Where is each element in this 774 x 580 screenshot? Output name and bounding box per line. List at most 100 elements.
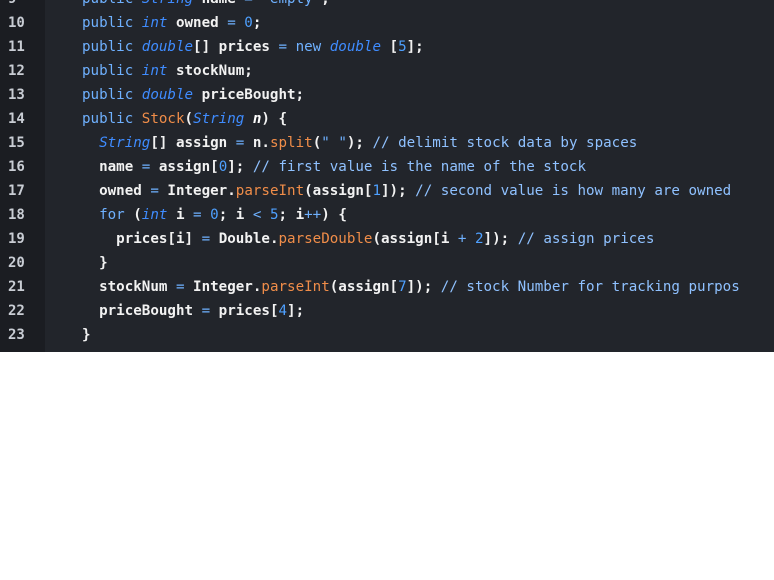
code-token: ;: [295, 87, 305, 103]
code-token: (: [329, 279, 339, 295]
line-number: 12: [8, 63, 25, 79]
code-token: // second value is how many are owned: [406, 183, 732, 199]
code-token: name: [82, 159, 142, 175]
code-token: int: [141, 207, 168, 223]
code-token: ]: [184, 231, 194, 247]
code-text[interactable]: public String name = "empty";: [82, 0, 330, 11]
line-number: 16: [8, 159, 25, 175]
code-token: double: [141, 39, 194, 55]
code-text[interactable]: priceBought = prices[4];: [82, 299, 304, 323]
code-token: [: [389, 279, 399, 295]
code-token: ];: [406, 39, 424, 55]
code-token: assign: [150, 159, 211, 175]
code-token: public: [82, 0, 142, 7]
code-token: =: [175, 279, 185, 295]
code-token: }: [82, 255, 108, 271]
code-token: name: [193, 0, 244, 7]
code-token: ];: [227, 159, 245, 175]
code-line[interactable]: 12 public int stockNum;: [0, 59, 774, 83]
code-token: public: [82, 87, 142, 103]
code-token: double: [329, 39, 381, 55]
code-text[interactable]: public double[] prices = new double [5];: [82, 35, 424, 59]
code-line[interactable]: 23}: [0, 323, 774, 347]
code-line[interactable]: 17 owned = Integer.parseInt(assign[1]); …: [0, 179, 774, 203]
line-number: 21: [8, 279, 25, 295]
code-token: ;: [244, 63, 253, 79]
code-line[interactable]: 22 priceBought = prices[4];: [0, 299, 774, 323]
code-token: parseDouble: [278, 231, 373, 247]
code-token: ]);: [483, 231, 510, 247]
code-token: 7: [398, 279, 407, 295]
line-number: 22: [8, 303, 25, 319]
code-text[interactable]: }: [82, 323, 91, 347]
code-line[interactable]: 9 public String name = "empty";: [0, 0, 774, 11]
code-token: owned: [167, 15, 228, 31]
code-text[interactable]: }: [82, 251, 108, 275]
code-token: // assign prices: [509, 231, 655, 247]
code-text[interactable]: name = assign[0]; // first value is the …: [82, 155, 586, 179]
code-line[interactable]: 18 for (int i = 0; i < 5; i++) {: [0, 203, 774, 227]
code-editor[interactable]: 9public String name = "empty"; 10 public i…: [0, 0, 774, 352]
code-text[interactable]: public int stockNum;: [82, 59, 253, 83]
line-number: 13: [8, 87, 25, 103]
code-token: "empty": [253, 0, 321, 7]
code-token: ;: [218, 207, 228, 223]
code-text[interactable]: public Stock(String n) {: [82, 107, 287, 131]
code-token: (: [304, 183, 313, 199]
code-token: Integer: [158, 183, 228, 199]
code-token: parseInt: [235, 183, 305, 199]
line-number: 20: [8, 255, 25, 271]
code-token: }: [82, 327, 91, 343]
code-token: 0: [235, 15, 253, 31]
line-number: 19: [8, 231, 25, 247]
code-token: public: [82, 39, 142, 55]
code-token: 0: [201, 207, 219, 223]
code-token: public: [82, 111, 142, 127]
code-text[interactable]: stockNum = Integer.parseInt(assign[7]); …: [82, 275, 740, 299]
code-token: int: [141, 15, 168, 31]
code-token: 0: [218, 159, 228, 175]
code-token: []: [150, 135, 168, 151]
code-token: =: [193, 231, 211, 247]
line-number: 10: [8, 15, 25, 31]
code-token: double: [141, 87, 194, 103]
line-number: 18: [8, 207, 25, 223]
code-token: int: [141, 63, 168, 79]
code-text[interactable]: public int owned = 0;: [82, 11, 261, 35]
code-token: new: [287, 39, 330, 55]
code-text[interactable]: String[] assign = n.split(" "); // delim…: [82, 131, 637, 155]
code-token: =: [244, 0, 253, 7]
code-token: stockNum: [82, 279, 176, 295]
code-line[interactable]: 11 public double[] prices = new double [5…: [0, 35, 774, 59]
code-token: Double: [210, 231, 270, 247]
code-token: (: [312, 135, 322, 151]
code-line[interactable]: 19 prices[i] = Double.parseDouble(assign…: [0, 227, 774, 251]
code-token: stockNum: [167, 63, 245, 79]
code-line[interactable]: 21 stockNum = Integer.parseInt(assign[7]…: [0, 275, 774, 299]
code-line[interactable]: 10 public int owned = 0;: [0, 11, 774, 35]
code-token: String: [99, 135, 151, 151]
code-text[interactable]: public double priceBought;: [82, 83, 304, 107]
code-token: [: [381, 39, 399, 55]
code-token: public: [82, 15, 142, 31]
code-token: 5: [398, 39, 407, 55]
code-token: []: [193, 39, 211, 55]
code-token: priceBought: [82, 303, 202, 319]
code-line[interactable]: 16 name = assign[0]; // first value is t…: [0, 155, 774, 179]
code-token: 4: [278, 303, 288, 319]
code-token: assign: [381, 231, 433, 247]
code-token: assign: [312, 183, 364, 199]
code-text[interactable]: owned = Integer.parseInt(assign[1]); // …: [82, 179, 731, 203]
code-line[interactable]: 14 public Stock(String n) {: [0, 107, 774, 131]
code-line[interactable]: 13 public double priceBought;: [0, 83, 774, 107]
code-token: priceBought: [193, 87, 296, 103]
code-text[interactable]: prices[i] = Double.parseDouble(assign[i …: [82, 227, 654, 251]
line-number: 14: [8, 111, 25, 127]
code-token: n: [244, 135, 262, 151]
code-line[interactable]: 20 }: [0, 251, 774, 275]
code-token: i: [287, 207, 305, 223]
code-token: String: [142, 0, 193, 7]
code-text[interactable]: for (int i = 0; i < 5; i++) {: [82, 203, 347, 227]
code-line[interactable]: 15 String[] assign = n.split(" "); // de…: [0, 131, 774, 155]
